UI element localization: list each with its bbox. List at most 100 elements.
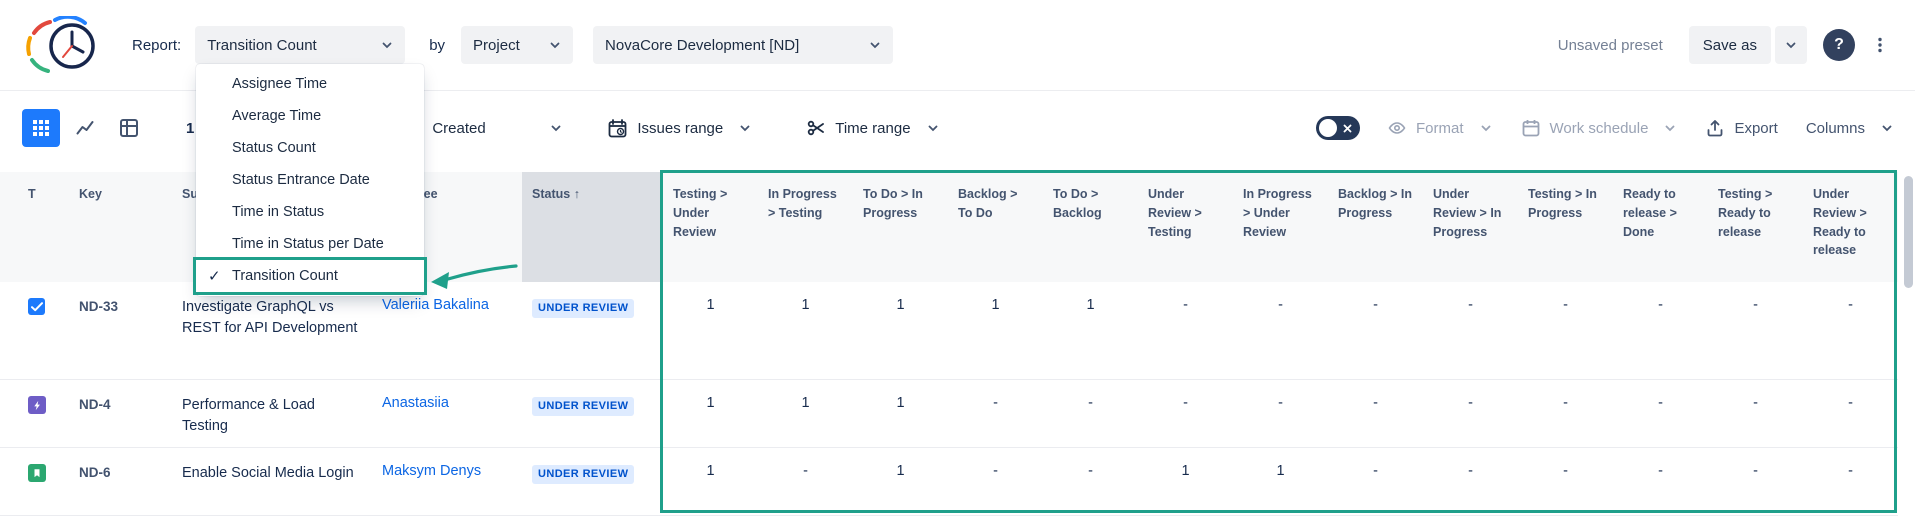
transition-count-value: - — [1423, 282, 1518, 379]
columns-label: Columns — [1806, 120, 1865, 137]
col-header-transition[interactable]: In Progress > Under Review — [1233, 172, 1328, 282]
status-badge: UNDER REVIEW — [532, 299, 634, 318]
export-icon — [1706, 119, 1724, 137]
report-type-value: Transition Count — [207, 37, 317, 54]
menu-item-assignee-time[interactable]: Assignee Time — [196, 68, 424, 100]
report-label: Report: — [132, 37, 181, 54]
chevron-down-icon — [1480, 122, 1492, 134]
issue-row[interactable]: ND-4Performance & Load TestingAnastasiia… — [0, 380, 1898, 448]
transition-count-value: - — [1423, 380, 1518, 447]
chevron-down-icon — [1664, 122, 1676, 134]
issue-row[interactable]: ND-33Investigate GraphQL vs REST for API… — [0, 282, 1898, 380]
issue-summary[interactable]: Investigate GraphQL vs REST for API Deve… — [172, 282, 368, 379]
transition-count-value: - — [1518, 380, 1613, 447]
report-type-dropdown[interactable]: Transition Count — [195, 26, 405, 64]
format-label: Format — [1416, 120, 1464, 137]
save-as-button[interactable]: Save as — [1689, 26, 1771, 64]
created-value: Created — [432, 120, 485, 137]
issue-type-bolt-icon — [28, 396, 46, 414]
col-header-transition[interactable]: In Progress > Testing — [758, 172, 853, 282]
col-header-type[interactable]: T — [0, 172, 67, 282]
grid-view-button[interactable] — [22, 109, 60, 147]
col-header-transition[interactable]: Backlog > In Progress — [1328, 172, 1423, 282]
chevron-down-icon — [549, 39, 561, 51]
col-header-status[interactable]: Status ↑ — [522, 172, 663, 282]
transition-count-value: - — [1613, 448, 1708, 515]
transition-count-value: - — [1708, 282, 1803, 379]
col-header-transition[interactable]: Backlog > To Do — [948, 172, 1043, 282]
col-header-transition[interactable]: Under Review > Ready to release — [1803, 172, 1898, 282]
menu-item-transition-count[interactable]: ✓ Transition Count — [196, 260, 424, 292]
col-header-key[interactable]: Key — [67, 172, 172, 282]
col-header-transition[interactable]: Ready to release > Done — [1613, 172, 1708, 282]
issue-row[interactable]: ND-6Enable Social Media LoginMaksym Deny… — [0, 448, 1898, 516]
eye-icon — [1388, 119, 1406, 137]
menu-item-status-count[interactable]: Status Count — [196, 132, 424, 164]
created-dropdown[interactable]: Created — [432, 120, 562, 137]
time-range-dropdown[interactable]: Time range — [807, 119, 938, 137]
scrollbar-thumb[interactable] — [1904, 176, 1913, 288]
col-header-transition[interactable]: Testing > Under Review — [663, 172, 758, 282]
issues-range-dropdown[interactable]: Issues range — [608, 119, 751, 138]
transition-count-value: 1 — [853, 448, 948, 515]
pivot-view-button[interactable] — [110, 109, 148, 147]
save-options-chevron-button[interactable] — [1775, 26, 1807, 64]
issue-summary[interactable]: Enable Social Media Login — [172, 448, 368, 515]
menu-item-time-in-status-per-date[interactable]: Time in Status per Date — [196, 228, 424, 260]
help-button[interactable]: ? — [1823, 29, 1855, 61]
format-dropdown: Format — [1388, 119, 1492, 137]
partially-hidden-count: 1 — [186, 120, 194, 137]
issue-key[interactable]: ND-4 — [67, 380, 172, 447]
toggle-x-icon — [1343, 124, 1352, 133]
status-cell: UNDER REVIEW — [522, 448, 663, 515]
assignee-link[interactable]: Anastasiia — [368, 380, 522, 447]
menu-item-time-in-status[interactable]: Time in Status — [196, 196, 424, 228]
toggle-knob — [1319, 119, 1337, 137]
col-header-transition[interactable]: Testing > Ready to release — [1708, 172, 1803, 282]
columns-dropdown[interactable]: Columns — [1806, 120, 1893, 137]
vertical-scrollbar[interactable] — [1904, 176, 1913, 512]
menu-item-label: Transition Count — [232, 268, 338, 284]
project-value: NovaCore Development [ND] — [605, 37, 799, 54]
col-header-transition[interactable]: Testing > In Progress — [1518, 172, 1613, 282]
by-label: by — [429, 37, 445, 54]
project-dropdown[interactable]: NovaCore Development [ND] — [593, 26, 893, 64]
issue-type-cell — [0, 282, 67, 379]
sort-ascending-icon: ↑ — [574, 187, 580, 201]
chevron-down-icon — [381, 39, 393, 51]
issue-key[interactable]: ND-6 — [67, 448, 172, 515]
col-header-transition[interactable]: To Do > Backlog — [1043, 172, 1138, 282]
checked-checkbox-icon[interactable] — [28, 298, 45, 315]
menu-item-average-time[interactable]: Average Time — [196, 100, 424, 132]
assignee-link[interactable]: Maksym Denys — [368, 448, 522, 515]
more-options-button[interactable] — [1867, 26, 1893, 64]
col-header-transition[interactable]: Under Review > In Progress — [1423, 172, 1518, 282]
transition-count-value: - — [1328, 282, 1423, 379]
transition-count-value: - — [1803, 380, 1898, 447]
group-by-dropdown[interactable]: Project — [461, 26, 573, 64]
col-header-transition[interactable]: To Do > In Progress — [853, 172, 948, 282]
toggle-switch[interactable] — [1316, 116, 1360, 140]
work-schedule-label: Work schedule — [1550, 120, 1649, 137]
menu-item-status-entrance-date[interactable]: Status Entrance Date — [196, 164, 424, 196]
transition-count-value: 1 — [948, 282, 1043, 379]
calendar-clock-icon — [608, 119, 627, 138]
transition-count-value: - — [1423, 448, 1518, 515]
issue-type-cell — [0, 448, 67, 515]
issue-key[interactable]: ND-33 — [67, 282, 172, 379]
transition-count-value: - — [1613, 380, 1708, 447]
col-header-transition[interactable]: Under Review > Testing — [1138, 172, 1233, 282]
transition-count-value: - — [1518, 282, 1613, 379]
export-button[interactable]: Export — [1706, 119, 1777, 137]
issue-summary[interactable]: Performance & Load Testing — [172, 380, 368, 447]
scissors-icon — [807, 119, 825, 137]
chart-view-button[interactable] — [66, 109, 104, 147]
status-badge: UNDER REVIEW — [532, 465, 634, 484]
issue-type-cell — [0, 380, 67, 447]
report-type-menu: Assignee Time Average Time Status Count … — [196, 64, 424, 296]
transition-count-value: - — [1233, 380, 1328, 447]
chevron-down-icon — [1881, 122, 1893, 134]
assignee-link[interactable]: Valeriia Bakalina — [368, 282, 522, 379]
transition-count-value: 1 — [1233, 448, 1328, 515]
issue-type-story-icon — [28, 464, 46, 482]
